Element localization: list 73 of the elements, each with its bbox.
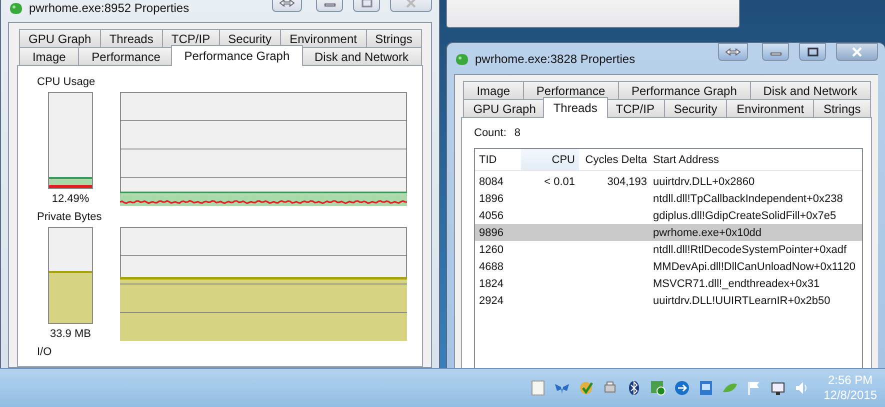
minimize-button[interactable] — [762, 43, 789, 61]
table-cell-text: 9896 — [479, 226, 504, 238]
column-header[interactable]: Cycles Delta — [579, 149, 647, 170]
section-label: I/O — [36, 346, 52, 358]
tab[interactable]: Disk and Network — [301, 47, 422, 65]
column-header[interactable]: TID — [479, 149, 521, 170]
tab[interactable]: Image — [463, 81, 524, 99]
meter-reading: 33.9 MB — [50, 328, 91, 340]
table-cell-text: 8084 — [479, 176, 504, 188]
tab[interactable]: Performance Graph — [170, 45, 304, 66]
thread-row[interactable]: 1260 ntdll.dll!RtlDecodeSystemPointer+0xadf — [475, 241, 862, 258]
close-button[interactable] — [836, 43, 878, 61]
table-cell-text: gdiplus.dll!GdipCreateSolidFill+0x7e5 — [652, 210, 836, 222]
tab[interactable]: GPU Graph — [19, 29, 101, 47]
table-cell-text: ntdll.dll!TpCallbackIndependent+0x238 — [652, 192, 843, 204]
window-icon[interactable] — [698, 380, 714, 396]
thread-row[interactable]: 2924 uuirtdrv.DLL!UUIRTLearnIR+0x2b50 — [475, 292, 862, 309]
double-arrow-icon — [279, 0, 295, 7]
arrows-icon[interactable] — [674, 380, 690, 396]
check-badge-icon[interactable] — [578, 380, 594, 396]
tab[interactable]: Strings — [366, 29, 422, 47]
tab[interactable]: Security — [664, 99, 728, 117]
tab[interactable]: Performance — [522, 81, 619, 99]
network-icon[interactable] — [770, 380, 786, 396]
count-value: 8 — [514, 127, 521, 139]
tab[interactable]: Image — [19, 47, 80, 65]
tab[interactable]: Strings — [813, 99, 872, 117]
table-cell-text: uuirtdrv.DLL!UUIRTLearnIR+0x2b50 — [652, 294, 830, 306]
table-cell-text: 1260 — [479, 244, 504, 256]
double-arrow-button[interactable] — [718, 43, 748, 61]
tab[interactable]: Performance Graph — [618, 81, 751, 99]
table-cell-text: 304,193 — [606, 176, 647, 188]
window-title: pwrhome.exe:8952 Properties — [29, 1, 190, 15]
thread-row[interactable]: 4688 MMDevApi.dll!DllCanUnloadNow+0x1120 — [475, 258, 862, 275]
table-cell-text: pwrhome.exe+0x10dd — [652, 226, 762, 238]
notepad-icon[interactable] — [530, 380, 546, 396]
tab[interactable]: TCP/IP — [606, 99, 665, 117]
tab[interactable]: Disk and Network — [750, 81, 871, 99]
thread-row[interactable]: 1896 ntdll.dll!TpCallbackIndependent+0x238 — [475, 190, 862, 207]
tab[interactable]: Environment — [280, 29, 367, 47]
thread-row[interactable]: 1824 MSVCR71.dll!_endthreadex+0x31 — [475, 275, 862, 292]
close-icon — [405, 0, 417, 8]
close-icon — [851, 47, 863, 57]
column-header[interactable]: Start Address — [647, 149, 720, 170]
count-label: Count: — [474, 127, 506, 139]
column-header[interactable]: CPU — [521, 149, 579, 170]
table-cell-text: MMDevApi.dll!DllCanUnloadNow+0x1120 — [652, 260, 856, 272]
maximize-button[interactable] — [799, 43, 826, 61]
app-icon — [8, 0, 24, 16]
grid-check-icon[interactable] — [650, 380, 666, 396]
window-title: pwrhome.exe:3828 Properties — [475, 52, 636, 66]
meter-reading: 12.49% — [52, 193, 90, 205]
maximize-icon — [360, 0, 372, 8]
section-label: Private Bytes — [36, 211, 103, 223]
section-label: CPU Usage — [36, 76, 96, 88]
tab[interactable]: Environment — [726, 99, 814, 117]
table-cell-text: < 0.01 — [543, 176, 576, 188]
table-cell-text: uuirtdrv.DLL+0x2860 — [652, 176, 755, 188]
maximize-icon — [806, 47, 818, 57]
table-cell-text: 4688 — [479, 260, 504, 272]
thread-row[interactable]: 9896 pwrhome.exe+0x10dd — [475, 224, 862, 241]
tab[interactable]: Threads — [100, 29, 163, 47]
tab[interactable]: Performance — [78, 47, 174, 65]
table-cell-text: 4056 — [479, 210, 504, 222]
tab[interactable]: Threads — [543, 97, 608, 118]
thread-row[interactable]: 4056 gdiplus.dll!GdipCreateSolidFill+0x7e5 — [475, 207, 862, 224]
thread-row[interactable]: 8084 < 0.01 304,193 uuirtdrv.DLL+0x2860 — [475, 173, 862, 190]
table-cell-text: ntdll.dll!RtlDecodeSystemPointer+0xadf — [652, 244, 847, 256]
table-cell-text: MSVCR71.dll!_endthreadex+0x31 — [652, 278, 820, 290]
table-cell-text: 1824 — [479, 278, 504, 290]
table-cell-text: 2924 — [479, 294, 504, 306]
double-arrow-icon — [725, 48, 741, 56]
table-cell-text: 1896 — [479, 192, 504, 204]
